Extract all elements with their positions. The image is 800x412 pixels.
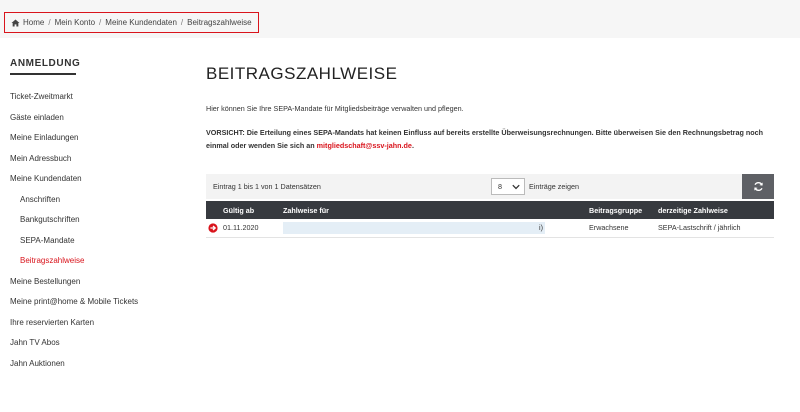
sidebar-item-gaeste-einladen[interactable]: Gäste einladen [10,108,190,129]
chevron-down-icon [512,184,520,190]
sidebar-item-bankgutschriften[interactable]: Bankgutschriften [10,210,190,231]
expand-column-header [206,201,223,219]
expand-row-icon[interactable] [208,223,218,233]
refresh-icon [753,181,763,192]
sidebar-item-jahn-auktionen[interactable]: Jahn Auktionen [10,354,190,375]
page-length-select[interactable]: 8 [491,178,525,195]
cell-beitragsgruppe: Erwachsene [589,219,658,238]
sidebar-item-print-at-home-tickets[interactable]: Meine print@home & Mobile Tickets [10,292,190,313]
expand-cell [206,219,223,238]
sidebar-item-jahn-tv-abos[interactable]: Jahn TV Abos [10,333,190,354]
main-content: BEITRAGSZAHLWEISE Hier können Sie Ihre S… [206,64,786,238]
breadcrumb-beitragszahlweise[interactable]: Beitragszahlweise [187,18,251,27]
breadcrumb-meine-kundendaten[interactable]: Meine Kundendaten [105,18,177,27]
refresh-button[interactable] [742,174,774,199]
column-header-gueltig-ab[interactable]: Gültig ab [223,201,283,219]
page-length-label: Einträge zeigen [529,182,579,191]
top-bar: Home / Mein Konto / Meine Kundendaten / … [0,0,800,38]
sidebar-item-mein-adressbuch[interactable]: Mein Adressbuch [10,149,190,170]
breadcrumb: Home / Mein Konto / Meine Kundendaten / … [4,12,259,33]
breadcrumb-home[interactable]: Home [23,18,44,27]
sidebar: ANMELDUNG Ticket-Zweitmarkt Gäste einlad… [10,58,190,374]
warning-suffix: . [411,140,414,150]
sidebar-item-ticket-zweitmarkt[interactable]: Ticket-Zweitmarkt [10,87,190,108]
warning-text: VORSICHT: Die Erteilung eines SEPA-Manda… [206,127,786,152]
table-toolbar: Eintrag 1 bis 1 von 1 Datensätzen 8 Eint… [206,174,774,199]
column-header-beitragsgruppe[interactable]: Beitragsgruppe [589,201,658,219]
cell-zahlweise-fuer: i) [283,219,589,238]
table-info: Eintrag 1 bis 1 von 1 Datensätzen [213,182,321,191]
breadcrumb-separator: / [48,18,51,27]
page-length-value: 8 [498,182,502,191]
sidebar-item-beitragszahlweise[interactable]: Beitragszahlweise [10,251,190,272]
breadcrumb-separator: / [99,18,102,27]
payment-table: Gültig ab Zahlweise für Beitragsgruppe d… [206,201,774,238]
home-icon [11,18,20,27]
sidebar-item-anschriften[interactable]: Anschriften [10,190,190,211]
column-header-zahlweise-fuer[interactable]: Zahlweise für [283,201,589,219]
breadcrumb-mein-konto[interactable]: Mein Konto [55,18,95,27]
page-title: BEITRAGSZAHLWEISE [206,64,398,83]
sidebar-item-reservierte-karten[interactable]: Ihre reservierten Karten [10,313,190,334]
warning-body: VORSICHT: Die Erteilung eines SEPA-Manda… [206,128,764,150]
column-header-derzeitige-zahlweise[interactable]: derzeitige Zahlweise [658,201,774,219]
redacted-name-field: i) [283,221,545,234]
sidebar-item-meine-einladungen[interactable]: Meine Einladungen [10,128,190,149]
sidebar-item-meine-bestellungen[interactable]: Meine Bestellungen [10,272,190,293]
email-link[interactable]: mitgliedschaft@ssv-jahn.de [317,141,412,150]
cell-gueltig-ab: 01.11.2020 [223,219,283,238]
table-header-row: Gültig ab Zahlweise für Beitragsgruppe d… [206,201,774,219]
cell-derzeitige-zahlweise: SEPA-Lastschrift / jährlich [658,219,774,238]
table-row: 01.11.2020 i) Erwachsene SEPA-Lastschrif… [206,219,774,238]
sidebar-title: ANMELDUNG [10,58,80,75]
sidebar-item-meine-kundendaten[interactable]: Meine Kundendaten [10,169,190,190]
breadcrumb-separator: / [180,18,184,27]
zahlweise-suffix: i) [539,222,543,232]
sidebar-item-sepa-mandate[interactable]: SEPA-Mandate [10,231,190,252]
intro-text: Hier können Sie Ihre SEPA-Mandate für Mi… [206,104,464,113]
